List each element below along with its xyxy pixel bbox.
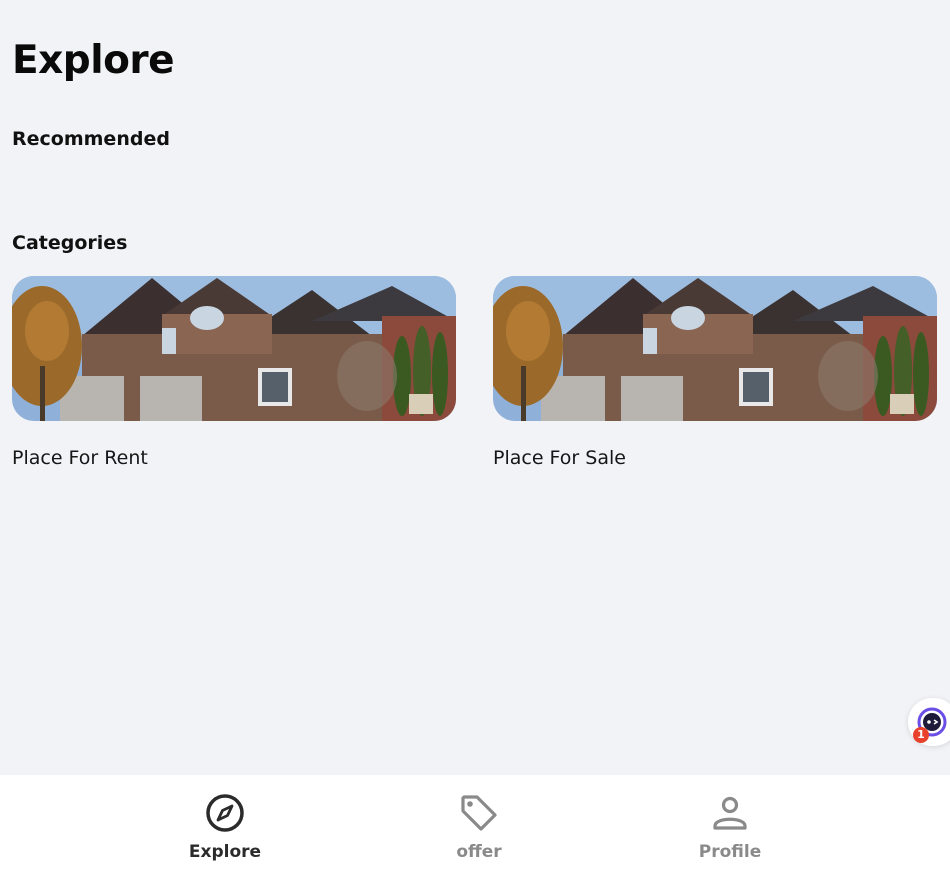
nav-label: offer <box>456 842 502 862</box>
nav-profile[interactable]: Profile <box>650 775 810 871</box>
bottom-nav: Explore offer Profile <box>0 775 950 871</box>
compass-icon <box>206 794 244 832</box>
category-card-sale[interactable]: Place For Sale <box>493 276 937 469</box>
recommended-heading: Recommended <box>12 128 170 150</box>
category-card-rent[interactable]: Place For Rent <box>12 276 456 469</box>
category-label: Place For Sale <box>493 447 626 469</box>
nav-explore[interactable]: Explore <box>145 775 305 871</box>
category-label: Place For Rent <box>12 447 148 469</box>
person-icon <box>713 796 747 830</box>
notification-badge: 1 <box>913 727 929 743</box>
nav-label: Profile <box>698 842 762 862</box>
house-image <box>493 276 937 421</box>
page-title: Explore <box>12 38 175 83</box>
nav-label: Explore <box>188 842 262 862</box>
explore-screen: Explore Recommended Categories Place For… <box>0 0 950 871</box>
nav-offer[interactable]: offer <box>399 775 559 871</box>
tag-icon <box>461 795 497 831</box>
categories-heading: Categories <box>12 232 128 254</box>
house-image <box>12 276 456 421</box>
